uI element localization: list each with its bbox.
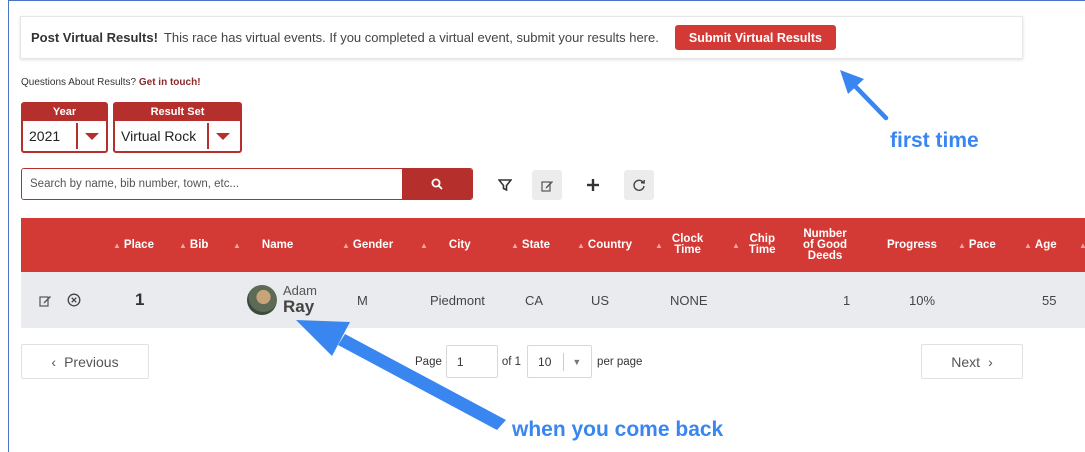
arrow-first-time: [840, 70, 889, 121]
annotation-first-time: first time: [890, 129, 979, 152]
annotation-come-back: when you come back: [512, 418, 724, 441]
arrow-come-back: [296, 320, 506, 430]
annotation-arrows: [296, 70, 889, 430]
